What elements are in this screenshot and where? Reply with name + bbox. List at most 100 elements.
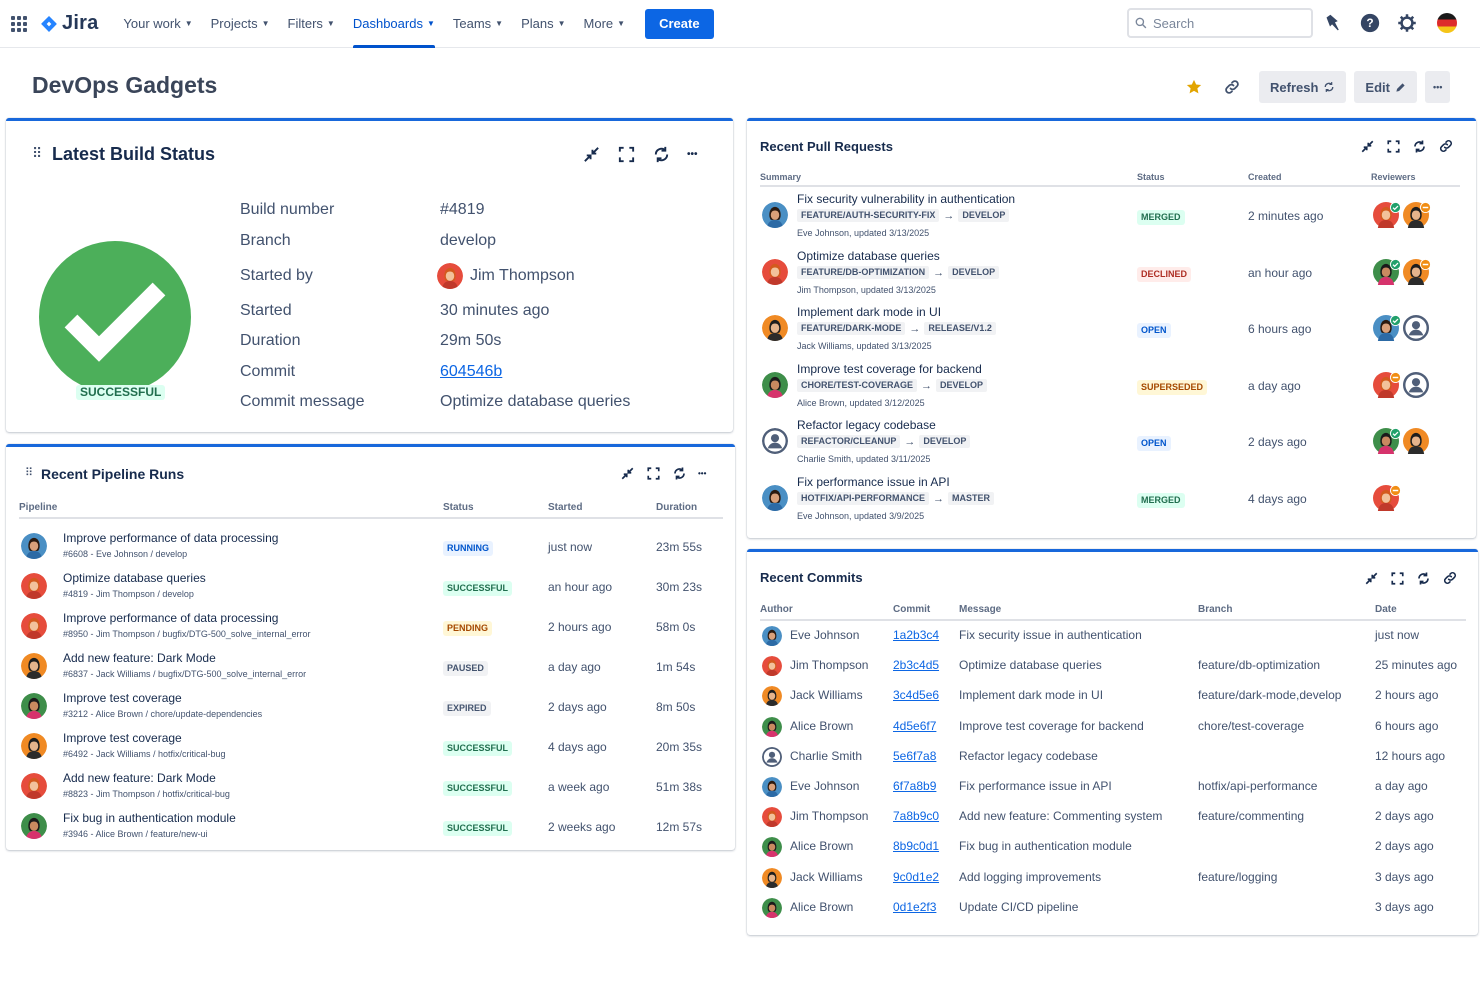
table-row[interactable]: Jack Williams 3c4d5e6 Implement dark mod… [0, 686, 1480, 709]
nav-item-projects[interactable]: Projects ▼ [202, 0, 279, 48]
refresh-button[interactable]: Refresh [1259, 71, 1347, 103]
reviewer-avatar[interactable] [1403, 428, 1429, 454]
notifications-icon[interactable] [1323, 12, 1345, 34]
commit-hash-link[interactable]: 5e6f7a8 [893, 749, 936, 763]
author-cell: Jack Williams [790, 688, 863, 703]
table-row[interactable]: Improve performance of data processing #… [6, 531, 735, 567]
column-header-reviewers[interactable]: Reviewers [1371, 172, 1416, 182]
reviewer-avatar[interactable] [1373, 202, 1401, 228]
table-row[interactable]: Improve test coverage for backend CHORE/… [0, 362, 1480, 412]
commit-hash-link[interactable]: 8b9c0d1 [893, 839, 939, 853]
table-row[interactable]: Jim Thompson 7a8b9c0 Add new feature: Co… [0, 807, 1480, 830]
table-row[interactable]: Jack Williams 9c0d1e2 Add logging improv… [0, 867, 1480, 891]
table-row[interactable]: Alice Brown 0d1e2f3 Update CI/CD pipelin… [0, 897, 1480, 921]
reviewer-avatar[interactable] [1373, 428, 1401, 454]
commit-hash-link[interactable]: 1a2b3c4 [893, 628, 939, 642]
table-row[interactable]: Refactor legacy codebase REFACTOR/CLEANU… [0, 418, 1480, 468]
column-header-status[interactable]: Status [1137, 172, 1165, 182]
copy-link-icon[interactable] [1217, 78, 1247, 96]
reviewer-avatar[interactable] [1373, 372, 1401, 398]
commit-hash-link[interactable]: 6f7a8b9 [893, 779, 936, 793]
reviewer-avatar[interactable] [1373, 315, 1401, 341]
table-row[interactable]: Alice Brown 8b9c0d1 Fix bug in authentic… [0, 837, 1480, 860]
minimize-icon[interactable] [1364, 571, 1379, 586]
commit-hash-link[interactable]: 2b3c4d5 [893, 658, 939, 672]
fullscreen-icon[interactable] [1386, 139, 1401, 154]
profile-avatar[interactable] [1436, 12, 1458, 34]
commit-hash-link[interactable]: 0d1e2f3 [893, 900, 936, 914]
pipeline-title[interactable]: Improve performance of data processing [63, 531, 278, 545]
refresh-gadget-icon[interactable] [1412, 139, 1427, 154]
target-branch-tag: RELEASE/V1.2 [924, 322, 996, 335]
more-icon[interactable]: ••• [687, 149, 698, 160]
nav-item-your-work[interactable]: Your work ▼ [114, 0, 201, 48]
commit-hash-link[interactable]: 9c0d1e2 [893, 870, 939, 884]
nav-item-teams[interactable]: Teams ▼ [444, 0, 512, 48]
pr-title[interactable]: Fix performance issue in API [797, 475, 950, 489]
nav-item-label: Teams [452, 16, 492, 31]
fullscreen-icon[interactable] [1390, 571, 1405, 586]
refresh-gadget-icon[interactable] [652, 145, 671, 164]
reviewer-avatar[interactable] [1373, 485, 1401, 511]
drag-handle-icon[interactable]: ⠿ [32, 145, 42, 162]
reviewer-avatar[interactable] [1403, 372, 1429, 398]
commit-hash-link[interactable]: 7a8b9c0 [893, 809, 939, 823]
pr-title[interactable]: Fix security vulnerability in authentica… [797, 192, 1015, 206]
link-icon[interactable] [1438, 138, 1454, 154]
table-row[interactable]: Optimize database queries #4819 - Jim Th… [6, 571, 735, 607]
pr-subtitle: Eve Johnson, updated 3/9/2025 [797, 511, 925, 521]
created-cell: 2 days ago [1248, 435, 1307, 449]
pr-branches: REFACTOR/CLEANUP → DEVELOP [797, 435, 971, 448]
help-icon[interactable]: ? [1359, 12, 1381, 34]
app-switcher-icon[interactable] [11, 15, 27, 32]
table-row[interactable]: Charlie Smith 5e6f7a8 Refactor legacy co… [0, 746, 1480, 770]
commit-hash-link[interactable]: 4d5e6f7 [893, 719, 936, 733]
star-icon[interactable] [1181, 78, 1207, 96]
column-header-summary[interactable]: Summary [760, 172, 801, 182]
table-row[interactable]: Jim Thompson 2b3c4d5 Optimize database q… [0, 656, 1480, 679]
settings-icon[interactable] [1396, 12, 1418, 34]
table-row[interactable]: Alice Brown 4d5e6f7 Improve test coverag… [0, 716, 1480, 740]
nav-item-dashboards[interactable]: Dashboards ▼ [344, 0, 444, 48]
jira-logo[interactable]: Jira [40, 12, 98, 35]
minimize-icon[interactable] [1360, 139, 1375, 154]
reviewer-avatar[interactable] [1403, 259, 1431, 285]
nav-item-more[interactable]: More ▼ [575, 0, 635, 48]
gadget-controls [1360, 138, 1454, 154]
pipeline-title[interactable]: Improve performance of data processing [63, 611, 278, 625]
pr-title[interactable]: Optimize database queries [797, 249, 940, 263]
message-cell: Implement dark mode in UI [959, 688, 1104, 703]
table-row[interactable]: Optimize database queries FEATURE/DB-OPT… [0, 249, 1480, 299]
reviewer-avatar[interactable] [1373, 259, 1401, 285]
table-row[interactable]: Eve Johnson 1a2b3c4 Fix security issue i… [0, 626, 1480, 649]
table-row[interactable]: Eve Johnson 6f7a8b9 Fix performance issu… [0, 777, 1480, 800]
author-cell: Jack Williams [790, 869, 863, 884]
column-header-branch[interactable]: Branch [1198, 604, 1232, 615]
table-row[interactable]: Implement dark mode in UI FEATURE/DARK-M… [0, 305, 1480, 355]
minimize-icon[interactable] [582, 145, 601, 164]
refresh-gadget-icon[interactable] [1416, 571, 1431, 586]
column-header-date[interactable]: Date [1375, 604, 1397, 615]
pr-title[interactable]: Improve test coverage for backend [797, 362, 982, 376]
nav-item-plans[interactable]: Plans ▼ [512, 0, 574, 48]
search-input[interactable]: Search [1127, 8, 1313, 38]
table-row[interactable]: Fix performance issue in API HOTFIX/API-… [0, 475, 1480, 525]
column-header-message[interactable]: Message [959, 604, 1001, 615]
pr-title[interactable]: Refactor legacy codebase [797, 418, 936, 432]
column-header-author[interactable]: Author [760, 604, 793, 615]
link-icon[interactable] [1442, 570, 1458, 586]
nav-item-filters[interactable]: Filters ▼ [279, 0, 344, 48]
reviewer-avatar[interactable] [1403, 202, 1431, 228]
pipeline-title[interactable]: Optimize database queries [63, 571, 206, 585]
fullscreen-icon[interactable] [617, 145, 636, 164]
column-header-commit[interactable]: Commit [893, 604, 930, 615]
edit-button[interactable]: Edit [1354, 71, 1417, 103]
date-cell: 25 minutes ago [1375, 658, 1458, 673]
create-button[interactable]: Create [645, 8, 714, 39]
commit-hash-link[interactable]: 3c4d5e6 [893, 688, 939, 702]
reviewer-avatar[interactable] [1403, 315, 1429, 341]
pr-title[interactable]: Implement dark mode in UI [797, 305, 941, 319]
more-actions-button[interactable]: ••• [1424, 71, 1451, 103]
column-header-created[interactable]: Created [1248, 172, 1282, 182]
table-row[interactable]: Fix security vulnerability in authentica… [0, 192, 1480, 242]
